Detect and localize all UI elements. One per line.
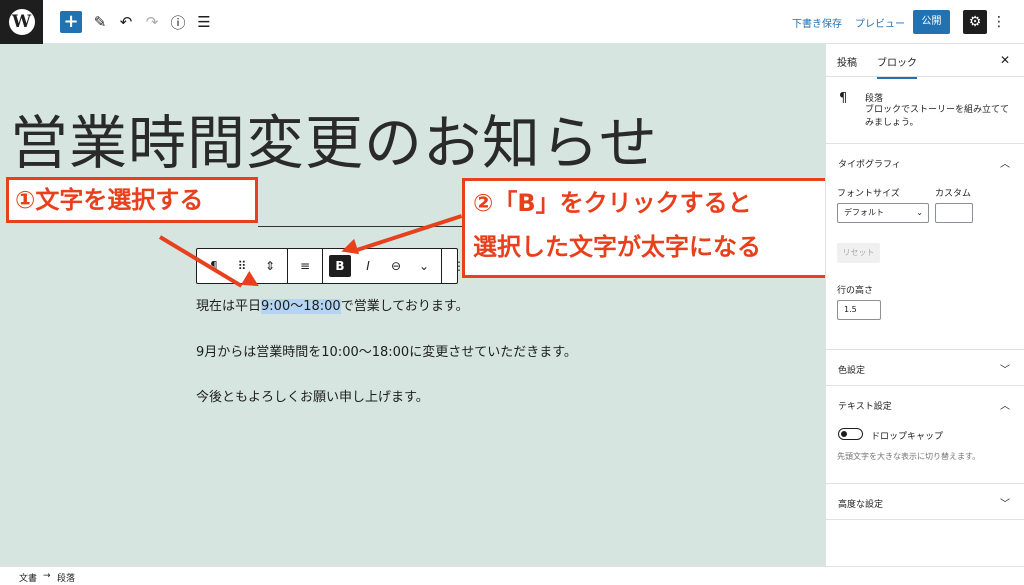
line-height-input[interactable]: 1.5 — [837, 300, 881, 320]
selected-text[interactable]: 9:00〜18:00 — [261, 299, 341, 314]
chevron-up-icon[interactable]: ︿ — [1000, 397, 1010, 412]
drop-cap-help: 先頭文字を大きな表示に切り替えます。 — [837, 452, 981, 461]
paragraph-block-icon: ¶ — [839, 91, 848, 106]
preview-button[interactable]: プレビュー — [855, 15, 905, 30]
link-icon[interactable]: ⊖ — [385, 255, 407, 277]
block-card: ¶ 段落 ブロックでストーリーを組み立ててみましょう。 — [826, 77, 1024, 144]
custom-label: カスタム — [935, 189, 972, 199]
sidebar-tabs: 投稿 ブロック ✕ — [826, 44, 1024, 79]
save-draft-button[interactable]: 下書き保存 — [792, 15, 842, 30]
text-settings-heading[interactable]: テキスト設定 — [838, 399, 892, 412]
edit-pencil-icon[interactable]: ✎ — [88, 10, 112, 34]
wordpress-logo-icon: W — [8, 9, 35, 35]
redo-icon[interactable]: ↷ — [140, 10, 164, 34]
align-icon[interactable]: ≡ — [294, 255, 316, 277]
paragraph-3[interactable]: 今後ともよろしくお願い申し上げます。 — [196, 386, 429, 405]
undo-icon[interactable]: ↶ — [114, 10, 138, 34]
block-toolbar: ¶ ⠿ ⇕ ≡ B I ⊖ ⌄ ⋮ — [196, 248, 465, 284]
color-settings-heading[interactable]: 色設定 — [838, 363, 865, 376]
custom-font-size-input[interactable] — [935, 203, 973, 223]
wordpress-logo[interactable]: W — [0, 0, 43, 44]
tab-block[interactable]: ブロック — [877, 54, 917, 79]
chevron-down-icon: ⌄ — [916, 208, 923, 217]
editor-canvas: 営業時間変更のお知らせ ¶ ⠿ ⇕ ≡ B I ⊖ ⌄ ⋮ 現在は平日9:00〜… — [0, 44, 825, 566]
block-name: 段落 — [865, 94, 884, 104]
breadcrumb-arrow-icon: → — [43, 571, 51, 581]
line-height-label: 行の高さ — [837, 286, 874, 296]
annotation-callout-bold-line1: ②「B」をクリックすると — [473, 189, 752, 217]
block-toolbar-format: B I ⊖ ⌄ — [323, 249, 442, 283]
font-size-label: フォントサイズ — [837, 189, 900, 199]
paragraph-1-before: 現在は平日 — [196, 299, 262, 314]
chevron-down-icon[interactable]: ﹀ — [1000, 495, 1010, 510]
publish-button[interactable]: 公開 — [913, 10, 950, 34]
drop-cap-toggle[interactable] — [838, 428, 863, 440]
font-size-select-value: デフォルト — [844, 208, 884, 217]
chevron-down-icon[interactable]: ﹀ — [1000, 361, 1010, 376]
breadcrumb-document[interactable]: 文書 — [19, 571, 37, 584]
block-description: ブロックでストーリーを組み立ててみましょう。 — [865, 105, 1010, 128]
italic-button[interactable]: I — [357, 255, 379, 277]
close-icon[interactable]: ✕ — [1000, 53, 1010, 67]
chevron-up-icon[interactable]: ︿ — [1000, 155, 1010, 170]
move-up-down-icon[interactable]: ⇕ — [259, 255, 281, 277]
annotation-callout-bold: ②「B」をクリックすると 選択した文字が太字になる — [462, 178, 835, 278]
reset-button[interactable]: リセット — [837, 243, 880, 263]
advanced-heading[interactable]: 高度な設定 — [838, 497, 883, 510]
paragraph-2[interactable]: 9月からは営業時間を10:00〜18:00に変更させていただきます。 — [196, 341, 577, 360]
block-toolbar-align: ≡ — [288, 249, 323, 283]
more-formats-chevron-icon[interactable]: ⌄ — [413, 255, 435, 277]
add-block-button[interactable]: + — [60, 11, 82, 33]
font-size-select[interactable]: デフォルト ⌄ — [837, 203, 929, 223]
settings-gear-icon[interactable]: ⚙ — [963, 10, 987, 34]
info-icon[interactable]: ⓘ — [166, 10, 190, 34]
paragraph-1-after: で営業しております。 — [340, 299, 469, 314]
typography-panel: タイポグラフィ ︿ フォントサイズ カスタム デフォルト ⌄ リセット 行の高さ… — [826, 144, 1024, 350]
paragraph-1[interactable]: 現在は平日9:00〜18:00で営業しております。 — [196, 295, 469, 314]
breadcrumb: 文書 → 段落 — [0, 566, 1024, 585]
annotation-callout-select-text: ①文字を選択する — [6, 177, 258, 223]
color-settings-panel[interactable]: 色設定 ﹀ — [826, 350, 1024, 386]
settings-sidebar: 投稿 ブロック ✕ ¶ 段落 ブロックでストーリーを組み立ててみましょう。 タイ… — [825, 44, 1024, 566]
list-view-icon[interactable]: ☰ — [192, 10, 216, 34]
advanced-panel[interactable]: 高度な設定 ﹀ — [826, 484, 1024, 520]
drop-cap-label: ドロップキャップ — [871, 432, 944, 442]
typography-heading[interactable]: タイポグラフィ — [838, 157, 901, 170]
annotation-callout-bold-line2: 選択した文字が太字になる — [473, 233, 761, 261]
post-title[interactable]: 営業時間変更のお知らせ — [10, 96, 658, 180]
breadcrumb-paragraph[interactable]: 段落 — [57, 571, 75, 584]
bold-button[interactable]: B — [329, 255, 351, 277]
more-options-icon[interactable]: ⋮ — [992, 10, 1006, 34]
tab-post[interactable]: 投稿 — [837, 54, 857, 69]
text-settings-panel: テキスト設定 ︿ ドロップキャップ 先頭文字を大きな表示に切り替えます。 — [826, 386, 1024, 484]
editor-top-bar: W + ✎ ↶ ↷ ⓘ ☰ 下書き保存 プレビュー 公開 ⚙ ⋮ — [0, 0, 1024, 44]
